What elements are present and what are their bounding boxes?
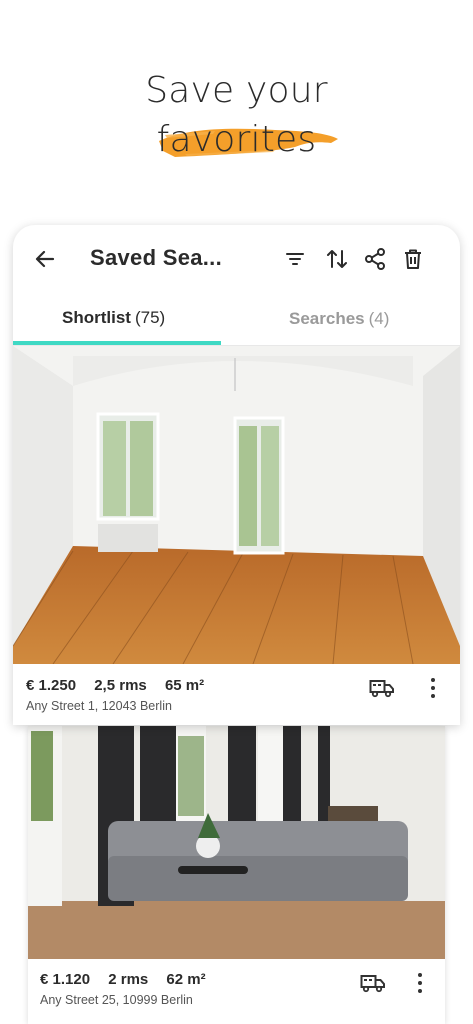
tab-shortlist[interactable]: Shortlist (75) [62,308,165,328]
tab-shortlist-count: (75) [134,308,166,327]
app-bar: Saved Sea... [13,225,460,295]
tab-shortlist-label: Shortlist [62,308,131,327]
page-title: Saved Sea... [90,245,223,270]
moving-truck-icon[interactable] [360,972,386,994]
tab-searches-count: (4) [368,309,390,328]
listing-photo[interactable] [13,346,460,664]
listing-photo[interactable] [28,726,445,959]
saved-searches-card: Saved Sea... Shortlist(75) Searches(4) [13,225,460,725]
more-vertical-icon[interactable] [429,677,437,699]
listing-area: 65 m² [164,677,205,694]
more-vertical-icon[interactable] [416,972,424,994]
moving-truck-icon[interactable] [369,677,395,699]
listing-summary: € 1.120 2 rms 62 m² [40,971,220,988]
promo-headline: Save your favorites [0,66,473,164]
listing-card[interactable]: € 1.120 2 rms 62 m² Any Street 25, 10999… [28,726,445,1024]
headline-line1: Save your [145,70,328,111]
headline-line2: favorites [156,119,317,160]
listing-address: Any Street 25, 10999 Berlin [40,993,193,1007]
trash-icon[interactable] [401,247,425,271]
sort-icon[interactable] [325,247,349,271]
listing-summary: € 1.250 2,5 rms 65 m² [26,677,218,694]
filter-icon[interactable] [283,247,307,271]
listing-rooms: 2 rms [108,971,149,988]
back-arrow-icon[interactable] [33,247,57,271]
tab-bar: Shortlist (75) Searches (4) [13,295,460,347]
share-icon[interactable] [363,247,387,271]
listing-address: Any Street 1, 12043 Berlin [26,699,172,713]
tab-searches-label: Searches [289,309,365,328]
listing-rooms: 2,5 rms [94,677,147,694]
tab-searches[interactable]: Searches (4) [289,309,389,329]
listing-area: 62 m² [166,971,206,988]
listing-price: € 1.120 [40,971,91,988]
listing-price: € 1.250 [26,677,77,694]
